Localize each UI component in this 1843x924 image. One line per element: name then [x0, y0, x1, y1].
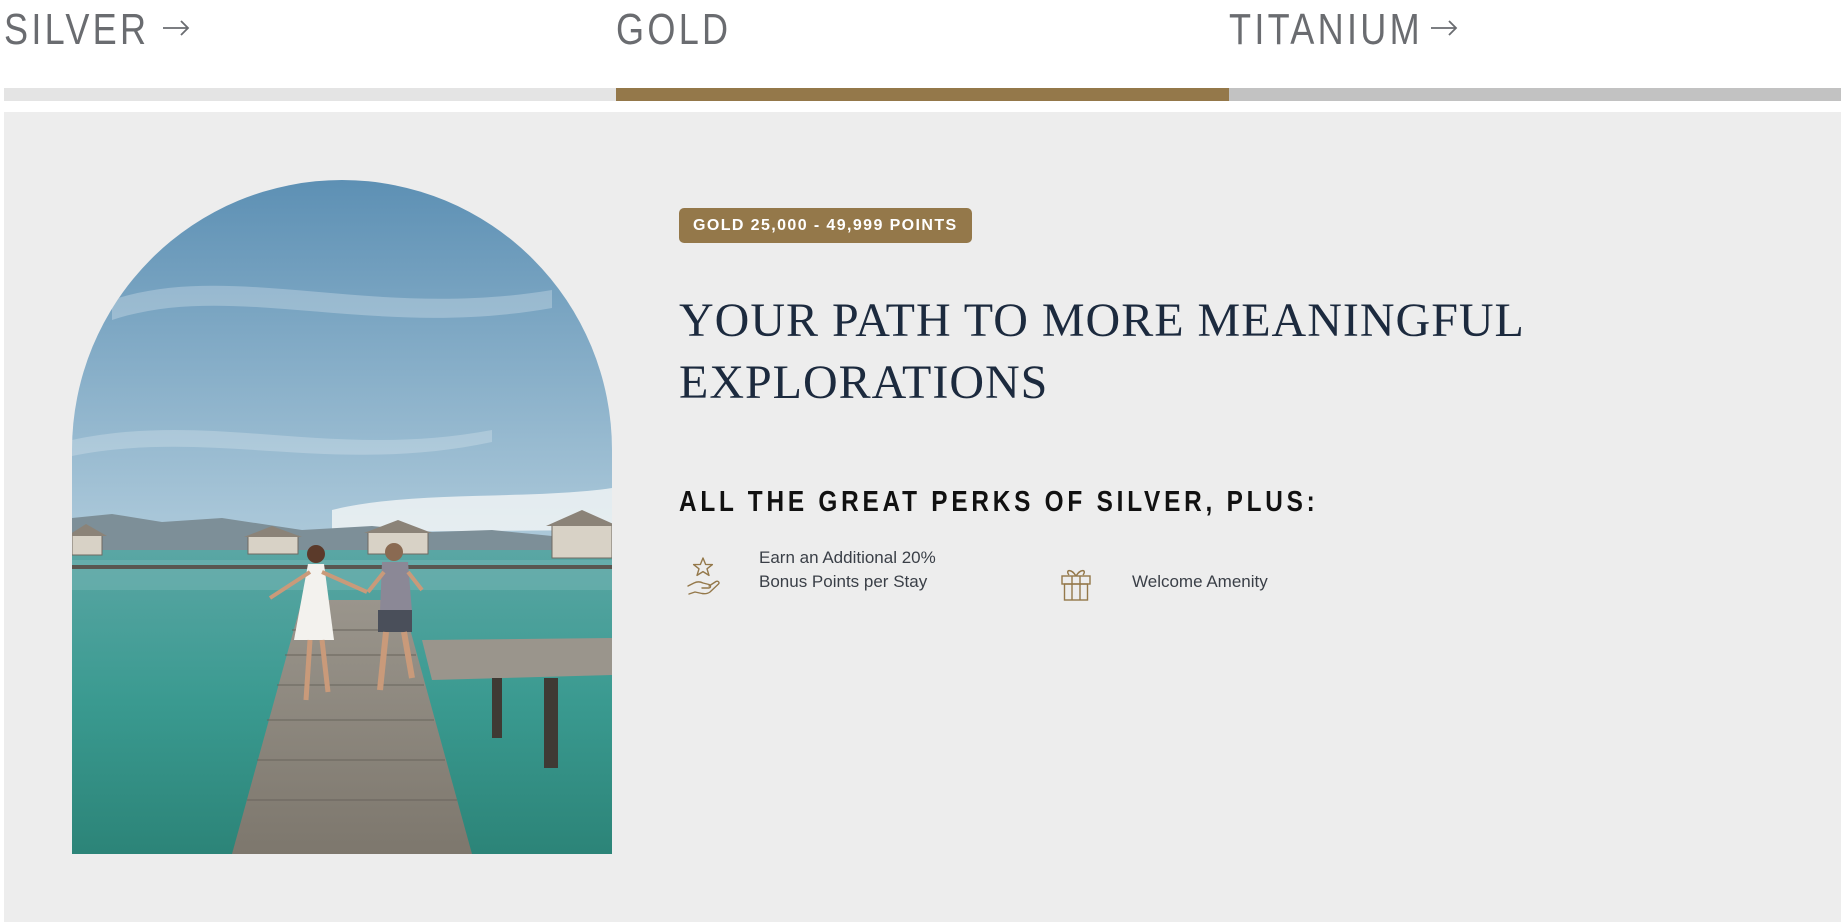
hero-image — [72, 180, 612, 854]
tab-gold-indicator — [616, 88, 1229, 101]
tab-silver-indicator — [4, 88, 616, 101]
tab-silver[interactable]: SILVER — [4, 0, 616, 101]
tier-panel-gold: GOLD 25,000 - 49,999 POINTS YOUR PATH TO… — [4, 112, 1841, 922]
perk-item: Earn an Additional 20% Bonus Points per … — [685, 546, 985, 626]
arrow-right-icon — [1431, 20, 1458, 36]
tier-tabs: SILVER GOLD TITANIUM — [0, 0, 1843, 101]
perk-text: Earn an Additional 20% Bonus Points per … — [759, 548, 936, 591]
perk-text: Welcome Amenity — [1132, 572, 1268, 591]
tab-silver-label: SILVER — [4, 5, 150, 54]
gift-icon — [1061, 569, 1091, 601]
perk-item: Welcome Amenity — [1058, 546, 1358, 626]
headline: YOUR PATH TO MORE MEANINGFUL EXPLORATION… — [679, 294, 1524, 409]
tab-gold[interactable]: GOLD — [616, 0, 1229, 101]
tab-titanium-label: TITANIUM — [1229, 5, 1423, 54]
hand-star-icon — [687, 557, 720, 595]
tier-points-badge: GOLD 25,000 - 49,999 POINTS — [679, 208, 972, 243]
arrow-right-icon — [163, 20, 190, 36]
tab-gold-label: GOLD — [616, 5, 732, 54]
tab-titanium-indicator — [1229, 88, 1841, 101]
perks-heading: ALL THE GREAT PERKS OF SILVER, PLUS: — [679, 486, 1319, 518]
tab-titanium[interactable]: TITANIUM — [1229, 0, 1841, 101]
